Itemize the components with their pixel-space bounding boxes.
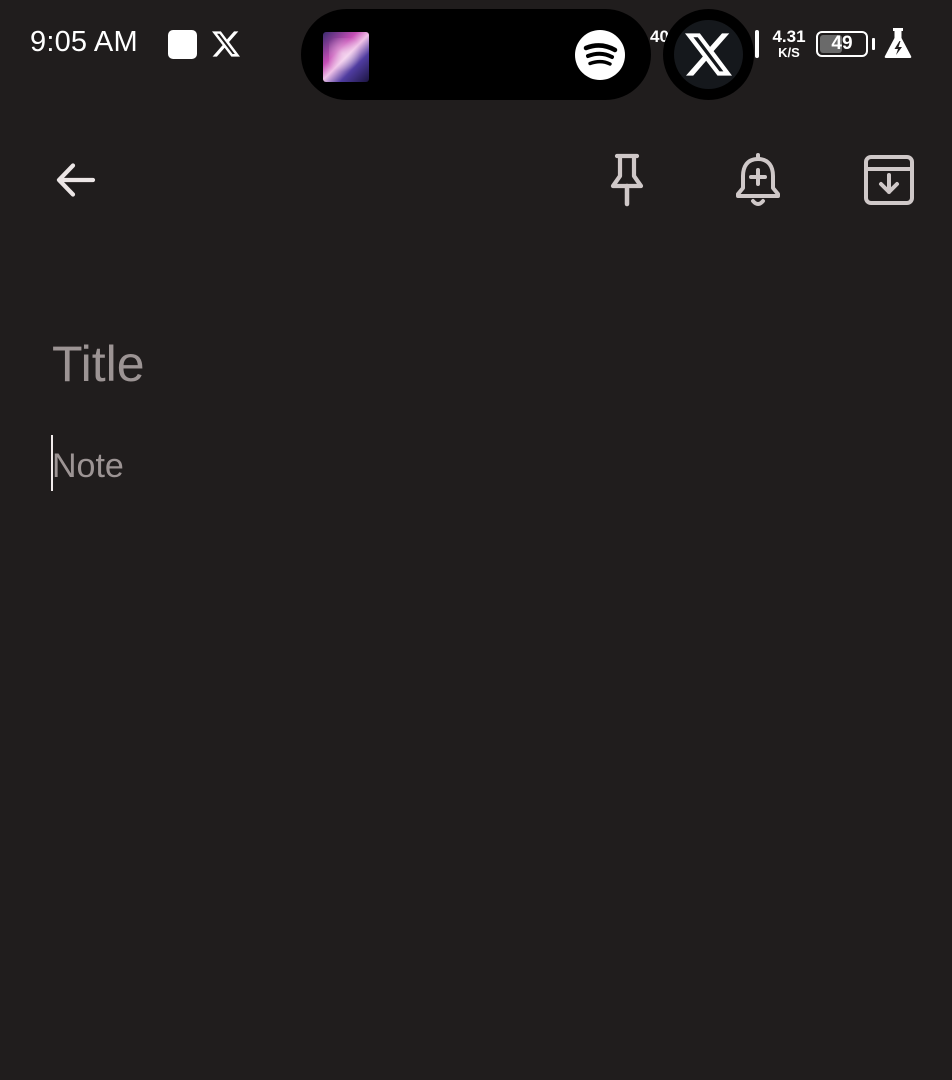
back-button[interactable] <box>43 148 107 212</box>
status-time: 9:05 AM <box>30 26 138 58</box>
pin-icon <box>610 153 644 207</box>
flask-icon <box>884 28 912 58</box>
network-speed-value: 4.31 <box>772 27 806 46</box>
add-reminder-button[interactable] <box>726 148 790 212</box>
spotify-icon <box>575 30 625 80</box>
battery-icon: 49 <box>816 31 868 57</box>
album-art <box>323 32 369 82</box>
x-logo-icon <box>212 31 240 57</box>
back-arrow-icon <box>56 163 96 197</box>
pin-button[interactable] <box>595 148 659 212</box>
network-speed: 4.31 K/S <box>770 28 808 59</box>
x-app-bubble[interactable] <box>663 9 754 100</box>
archive-icon <box>864 155 914 205</box>
battery-percent: 49 <box>831 33 853 54</box>
stop-square-icon <box>168 30 197 59</box>
media-player-pill[interactable] <box>301 9 651 100</box>
title-input[interactable] <box>52 334 912 394</box>
network-speed-unit: K/S <box>778 45 800 60</box>
text-cursor <box>51 435 53 491</box>
add-reminder-icon <box>736 153 780 206</box>
note-input[interactable] <box>52 444 912 488</box>
x-logo-icon <box>685 33 732 76</box>
signal-bar-icon <box>755 30 759 58</box>
battery-nub <box>872 38 875 50</box>
archive-button[interactable] <box>857 148 921 212</box>
